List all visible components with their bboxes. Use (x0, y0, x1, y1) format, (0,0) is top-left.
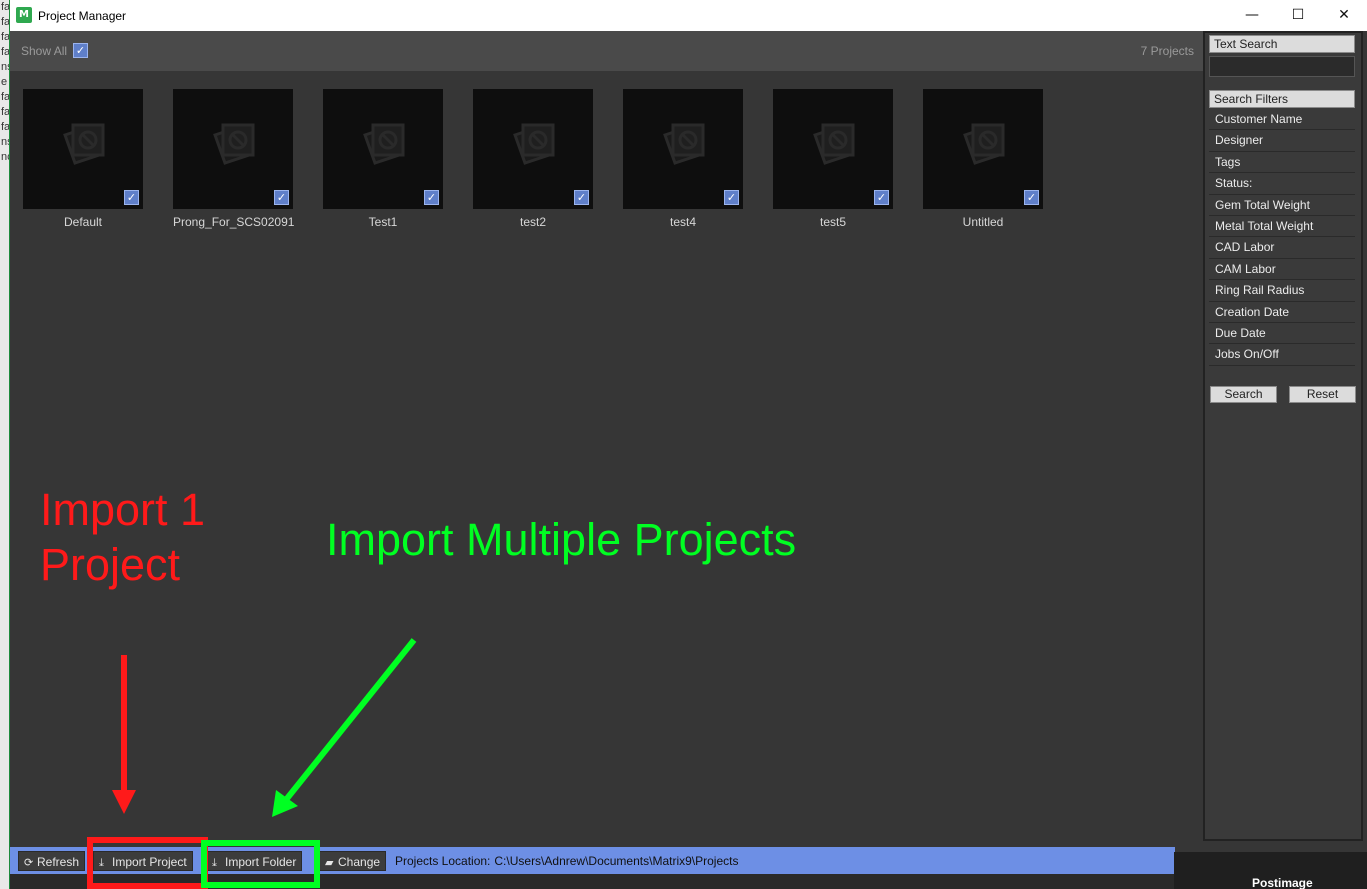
project-thumbnail[interactable]: ✓ (173, 89, 293, 209)
maximize-button[interactable]: ☐ (1275, 0, 1321, 31)
red-arrow-icon (112, 655, 136, 814)
window-title: Project Manager (38, 9, 127, 23)
app-icon: M (16, 7, 32, 23)
no-image-icon (59, 121, 107, 171)
text-search-input[interactable] (1209, 56, 1355, 77)
project-tile[interactable]: ✓ test2 (473, 89, 593, 229)
location-label: Projects Location: (395, 854, 491, 868)
project-checkbox[interactable]: ✓ (724, 190, 739, 205)
green-arrow-icon (272, 638, 417, 817)
project-checkbox[interactable]: ✓ (424, 190, 439, 205)
project-checkbox[interactable]: ✓ (1024, 190, 1039, 205)
filter-item[interactable]: Tags (1209, 152, 1355, 174)
project-name: test5 (819, 215, 846, 229)
project-count: 7 Projects (1140, 44, 1194, 58)
annotation-line: Import 1 (40, 484, 206, 535)
project-tile[interactable]: ✓ test4 (623, 89, 743, 229)
no-image-icon (959, 121, 1007, 171)
background-text: fa (1, 91, 9, 103)
project-name: Default (63, 215, 103, 229)
filter-item[interactable]: Jobs On/Off (1209, 344, 1355, 366)
project-tile[interactable]: ✓ Default (23, 89, 143, 229)
background-text: fa (1, 1, 9, 13)
project-thumbnail[interactable]: ✓ (773, 89, 893, 209)
screen: fa fa fa fa ns e fa fa fa ns nc M Project Manager … (0, 0, 1367, 889)
annotation-red-highlight-box (87, 837, 208, 889)
show-all-label: Show All (21, 44, 68, 58)
search-button[interactable]: Search (1210, 386, 1277, 403)
search-sidebar: Text Search Search Filters Customer Name… (1203, 31, 1363, 841)
project-thumbnail[interactable]: ✓ (623, 89, 743, 209)
filter-list: Customer Name Designer Tags Status: Gem Tota… (1209, 109, 1355, 366)
project-thumbnail[interactable]: ✓ (23, 89, 143, 209)
filter-item[interactable]: Status: (1209, 173, 1355, 195)
background-text: e (1, 76, 8, 88)
background-text: ns (1, 136, 9, 148)
filter-item[interactable]: Gem Total Weight (1209, 195, 1355, 216)
project-thumbnail[interactable]: ✓ (323, 89, 443, 209)
filter-item[interactable]: Designer (1209, 130, 1355, 152)
background-app-strip: fa fa fa fa ns e fa fa fa ns nc (0, 0, 9, 889)
project-name: Test1 (368, 215, 398, 229)
filter-item[interactable]: Creation Date (1209, 302, 1355, 323)
top-toolbar: Show All ✓ 7 Projects (10, 31, 1203, 71)
filter-item[interactable]: CAM Labor (1209, 259, 1355, 281)
search-filters-header: Search Filters (1209, 90, 1355, 108)
annotation-green-highlight-box (201, 840, 320, 888)
title-bar: M Project Manager — ☐ ✕ (10, 0, 1367, 31)
postimage-label: Postimage (1252, 876, 1313, 889)
refresh-icon: ⟳ (24, 856, 34, 869)
project-tile[interactable]: ✓ test5 (773, 89, 893, 229)
background-text: fa (1, 121, 9, 133)
text-search-header: Text Search (1209, 35, 1355, 53)
background-text: fa (1, 31, 9, 43)
location-path: C:\Users\Adnrew\Documents\Matrix9\Projec… (494, 854, 739, 868)
project-name: test4 (669, 215, 696, 229)
annotation-import-multiple-projects: Import Multiple Projects (326, 514, 797, 565)
refresh-label: Refresh (37, 855, 80, 869)
projects-location: Projects Location: C:\Users\Adnrew\Docume… (395, 854, 738, 868)
project-checkbox[interactable]: ✓ (274, 190, 289, 205)
reset-button[interactable]: Reset (1289, 386, 1356, 403)
no-image-icon (659, 121, 707, 171)
project-tile[interactable]: ✓ Test1 (323, 89, 443, 229)
project-manager-window: M Project Manager — ☐ ✕ Show All ✓ 7 Pro… (9, 0, 1367, 889)
project-thumbnail[interactable]: ✓ (923, 89, 1043, 209)
project-tile[interactable]: ✓ Prong_For_SCS02091 (173, 89, 295, 229)
filter-item[interactable]: Customer Name (1209, 109, 1355, 131)
project-checkbox[interactable]: ✓ (874, 190, 889, 205)
no-image-icon (509, 121, 557, 171)
project-name: Prong_For_SCS02091 (173, 215, 295, 229)
filter-item[interactable]: Metal Total Weight (1209, 216, 1355, 238)
project-name: Untitled (962, 215, 1004, 229)
show-all-checkbox[interactable]: ✓ (73, 43, 88, 58)
background-text: ns (1, 61, 9, 73)
filter-item[interactable]: Due Date (1209, 323, 1355, 345)
project-thumbnail[interactable]: ✓ (473, 89, 593, 209)
folder-icon: ▰ (325, 856, 334, 869)
refresh-button[interactable]: ⟳ Refresh (18, 851, 86, 871)
project-checkbox[interactable]: ✓ (574, 190, 589, 205)
background-text: nc (1, 151, 9, 163)
close-button[interactable]: ✕ (1321, 0, 1367, 31)
project-name: test2 (519, 215, 546, 229)
minimize-button[interactable]: — (1229, 0, 1275, 31)
no-image-icon (209, 121, 257, 171)
project-tile[interactable]: ✓ Untitled (923, 89, 1043, 229)
annotation-line: Project (40, 539, 181, 590)
annotation-import-one-project: Import 1 Project (40, 482, 205, 592)
background-text: fa (1, 46, 9, 58)
filter-item[interactable]: Ring Rail Radius (1209, 280, 1355, 302)
change-button[interactable]: ▰ Change (319, 851, 387, 871)
change-label: Change (338, 855, 381, 869)
no-image-icon (359, 121, 407, 171)
background-text: fa (1, 106, 9, 118)
filter-item[interactable]: CAD Labor (1209, 237, 1355, 259)
background-text: fa (1, 16, 9, 28)
postimage-popup[interactable]: Postimage (1174, 852, 1367, 889)
no-image-icon (809, 121, 857, 171)
project-checkbox[interactable]: ✓ (124, 190, 139, 205)
